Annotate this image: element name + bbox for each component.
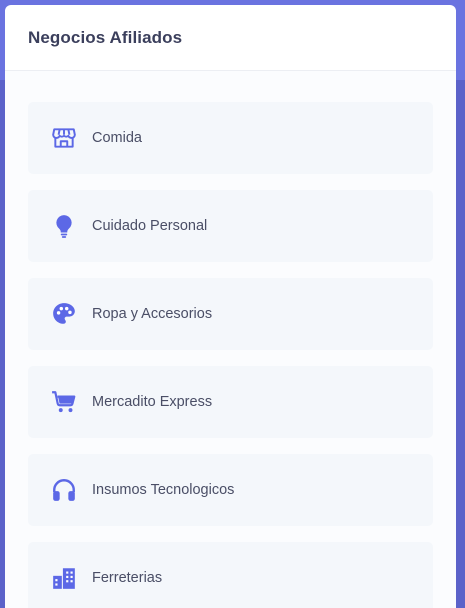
shopping-cart-icon: [50, 388, 78, 416]
affiliated-businesses-card: Negocios Afiliados Comida Cuidado Person…: [5, 5, 456, 608]
store-icon: [50, 124, 78, 152]
card-header: Negocios Afiliados: [5, 5, 456, 71]
category-item-ropa-y-accesorios[interactable]: Ropa y Accesorios: [28, 278, 433, 350]
category-label: Mercadito Express: [92, 394, 213, 410]
palette-icon: [50, 300, 78, 328]
category-item-mercadito-express[interactable]: Mercadito Express: [28, 366, 433, 438]
category-label: Ropa y Accesorios: [92, 306, 213, 322]
category-label: Comida: [92, 130, 142, 146]
category-item-cuidado-personal[interactable]: Cuidado Personal: [28, 190, 433, 262]
category-label: Insumos Tecnologicos: [92, 482, 235, 498]
category-label: Ferreterias: [92, 570, 163, 586]
business-category-list: Comida Cuidado Personal Ropa y Accesorio…: [28, 102, 433, 608]
lightbulb-icon: [50, 212, 78, 240]
category-item-insumos-tecnologicos[interactable]: Insumos Tecnologicos: [28, 454, 433, 526]
card-title: Negocios Afiliados: [28, 27, 183, 47]
category-item-ferreterias[interactable]: Ferreterias: [28, 542, 433, 608]
category-item-comida[interactable]: Comida: [28, 102, 433, 174]
category-label: Cuidado Personal: [92, 218, 208, 234]
card-body: Comida Cuidado Personal Ropa y Accesorio…: [5, 71, 456, 608]
buildings-icon: [50, 564, 78, 592]
headphones-icon: [50, 476, 78, 504]
